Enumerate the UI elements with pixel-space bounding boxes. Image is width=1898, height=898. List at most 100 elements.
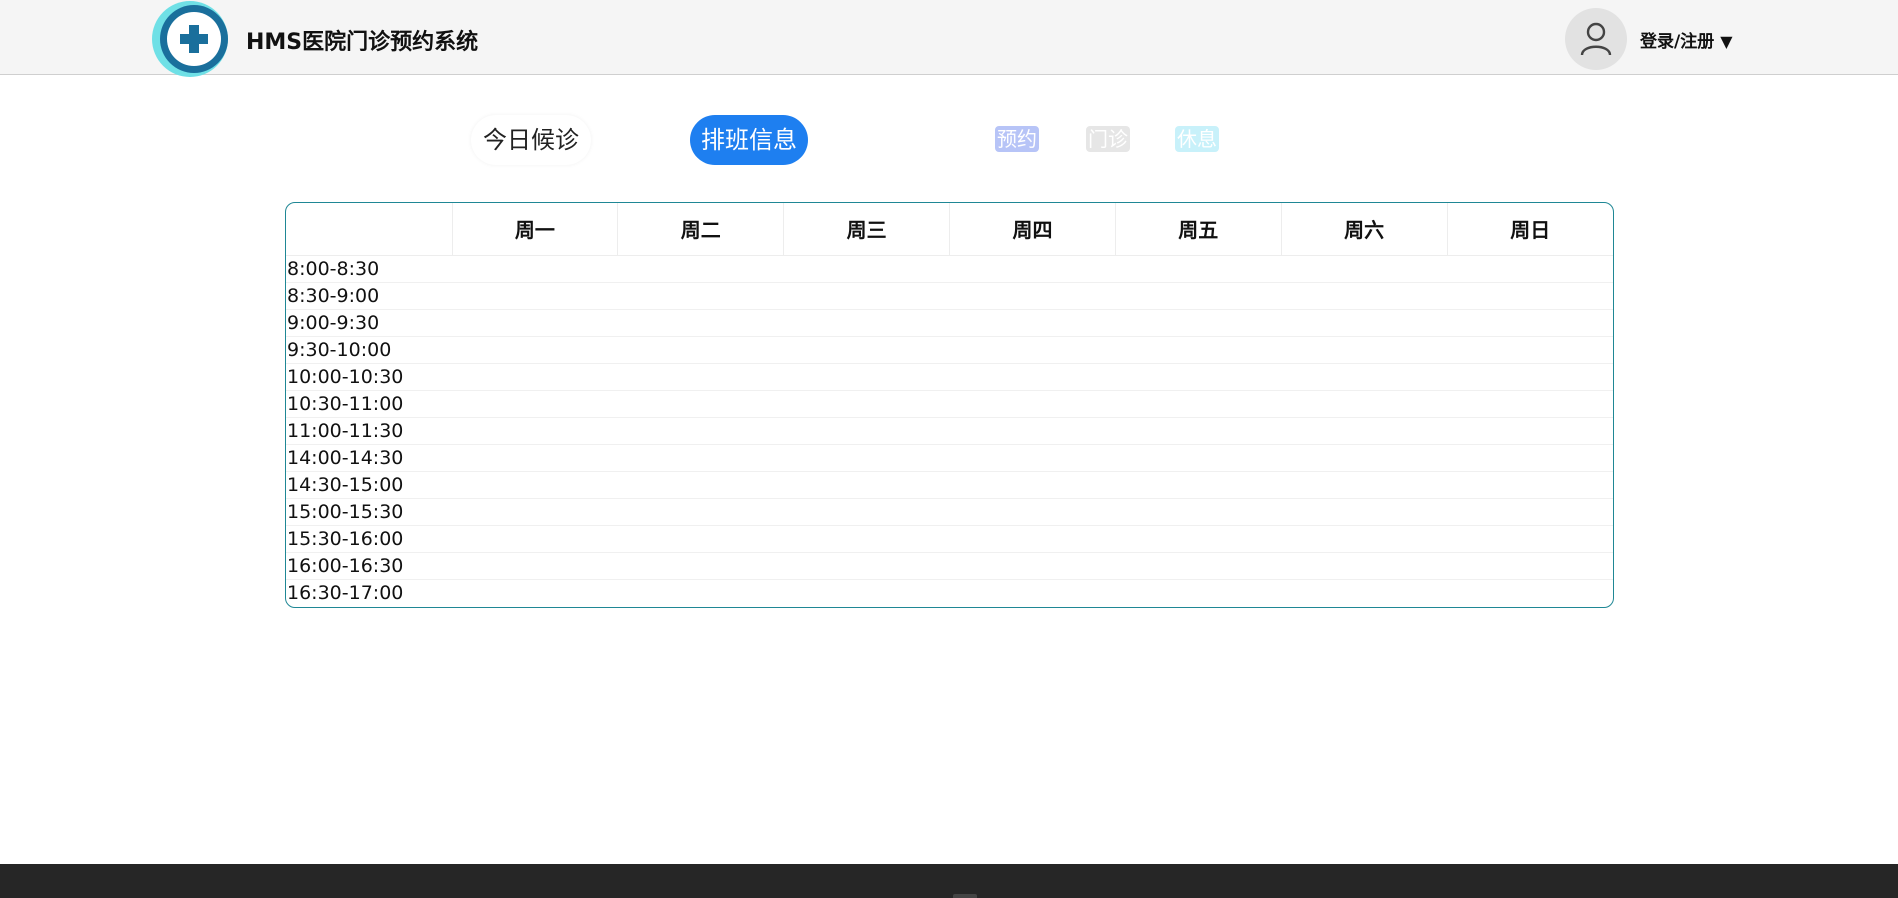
schedule-cell[interactable] xyxy=(1447,417,1613,445)
schedule-cell[interactable] xyxy=(1447,579,1613,606)
schedule-cell[interactable] xyxy=(783,525,950,553)
schedule-cell[interactable] xyxy=(783,498,950,526)
schedule-cell[interactable] xyxy=(617,417,784,445)
schedule-cell[interactable] xyxy=(1447,471,1613,499)
schedule-cell[interactable] xyxy=(452,363,618,391)
schedule-cell[interactable] xyxy=(452,498,618,526)
schedule-cell[interactable] xyxy=(783,282,950,310)
schedule-cell[interactable] xyxy=(1281,255,1448,283)
schedule-cell[interactable] xyxy=(949,282,1116,310)
schedule-cell[interactable] xyxy=(1115,579,1281,606)
schedule-cell[interactable] xyxy=(452,579,618,606)
schedule-cell[interactable] xyxy=(783,417,950,445)
schedule-cell[interactable] xyxy=(1447,390,1613,418)
schedule-cell[interactable] xyxy=(452,552,618,580)
schedule-cell[interactable] xyxy=(949,525,1116,553)
schedule-cell[interactable] xyxy=(949,390,1116,418)
schedule-cell[interactable] xyxy=(949,552,1116,580)
schedule-cell[interactable] xyxy=(1115,309,1282,337)
schedule-cell[interactable] xyxy=(452,444,618,472)
schedule-cell[interactable] xyxy=(1115,525,1282,553)
schedule-cell[interactable] xyxy=(1281,336,1448,364)
schedule-cell[interactable] xyxy=(1281,579,1447,606)
schedule-cell[interactable] xyxy=(1115,282,1282,310)
schedule-cell[interactable] xyxy=(783,255,950,283)
schedule-cell[interactable] xyxy=(783,309,950,337)
schedule-cell[interactable] xyxy=(1447,309,1613,337)
schedule-cell[interactable] xyxy=(452,282,618,310)
schedule-cell[interactable] xyxy=(1281,525,1448,553)
schedule-cell[interactable] xyxy=(617,444,784,472)
schedule-cell[interactable] xyxy=(1447,498,1613,526)
schedule-cell[interactable] xyxy=(783,336,950,364)
schedule-cell[interactable] xyxy=(1281,363,1448,391)
schedule-cell[interactable] xyxy=(949,444,1116,472)
schedule-cell[interactable] xyxy=(783,471,950,499)
schedule-cell[interactable] xyxy=(1115,336,1282,364)
user-icon[interactable] xyxy=(1565,8,1627,70)
schedule-cell[interactable] xyxy=(1281,309,1448,337)
schedule-cell[interactable] xyxy=(950,579,1116,606)
schedule-cell[interactable] xyxy=(1115,255,1282,283)
schedule-cell[interactable] xyxy=(949,417,1116,445)
schedule-cell[interactable] xyxy=(783,363,950,391)
schedule-cell[interactable] xyxy=(784,579,950,606)
schedule-cell[interactable] xyxy=(1115,552,1282,580)
schedule-cell[interactable] xyxy=(1115,444,1282,472)
schedule-cell[interactable] xyxy=(617,363,784,391)
medical-cross-icon[interactable] xyxy=(151,0,229,78)
schedule-cell[interactable] xyxy=(1115,390,1282,418)
schedule-cell[interactable] xyxy=(1281,471,1448,499)
schedule-cell[interactable] xyxy=(783,552,950,580)
schedule-cell[interactable] xyxy=(1281,390,1448,418)
schedule-cell[interactable] xyxy=(452,309,618,337)
schedule-cell[interactable] xyxy=(1447,525,1613,553)
schedule-cell[interactable] xyxy=(617,255,784,283)
schedule-cell[interactable] xyxy=(617,282,784,310)
schedule-cell[interactable] xyxy=(949,471,1116,499)
schedule-cell[interactable] xyxy=(452,471,618,499)
time-slot-label: 15:30-16:00 xyxy=(286,525,452,553)
schedule-cell[interactable] xyxy=(617,390,784,418)
schedule-cell[interactable] xyxy=(617,525,784,553)
schedule-cell[interactable] xyxy=(1115,471,1282,499)
schedule-cell[interactable] xyxy=(1447,363,1613,391)
schedule-cell[interactable] xyxy=(1281,498,1448,526)
schedule-cell[interactable] xyxy=(617,498,784,526)
tab-schedule-info[interactable]: 排班信息 xyxy=(690,115,808,165)
schedule-cell[interactable] xyxy=(949,363,1116,391)
schedule-cell[interactable] xyxy=(1447,552,1613,580)
schedule-cell[interactable] xyxy=(452,390,618,418)
time-slot-label: 8:00-8:30 xyxy=(286,255,452,283)
schedule-cell[interactable] xyxy=(783,444,950,472)
schedule-cell[interactable] xyxy=(1281,444,1448,472)
schedule-cell[interactable] xyxy=(1115,363,1282,391)
login-register-dropdown[interactable]: 登录/注册 ▼ xyxy=(1640,27,1733,52)
schedule-cell[interactable] xyxy=(617,552,784,580)
schedule-cell[interactable] xyxy=(452,417,618,445)
schedule-cell[interactable] xyxy=(949,498,1116,526)
schedule-cell[interactable] xyxy=(452,525,618,553)
schedule-cell[interactable] xyxy=(1115,498,1282,526)
tab-today-waiting[interactable]: 今日候诊 xyxy=(471,115,591,165)
schedule-cell[interactable] xyxy=(452,255,618,283)
schedule-cell[interactable] xyxy=(1281,282,1448,310)
schedule-cell[interactable] xyxy=(949,255,1116,283)
schedule-cell[interactable] xyxy=(1281,417,1448,445)
schedule-cell[interactable] xyxy=(618,579,784,606)
schedule-cell[interactable] xyxy=(949,309,1116,337)
table-row: 9:30-10:00 xyxy=(286,336,1613,364)
table-row: 10:00-10:30 xyxy=(286,363,1613,391)
schedule-cell[interactable] xyxy=(949,336,1116,364)
schedule-cell[interactable] xyxy=(1281,552,1448,580)
schedule-cell[interactable] xyxy=(1447,336,1613,364)
schedule-cell[interactable] xyxy=(1115,417,1282,445)
schedule-cell[interactable] xyxy=(617,336,784,364)
schedule-cell[interactable] xyxy=(1447,444,1613,472)
schedule-cell[interactable] xyxy=(617,309,784,337)
schedule-cell[interactable] xyxy=(617,471,784,499)
schedule-cell[interactable] xyxy=(783,390,950,418)
schedule-cell[interactable] xyxy=(1447,282,1613,310)
schedule-cell[interactable] xyxy=(452,336,618,364)
schedule-cell[interactable] xyxy=(1447,255,1613,283)
